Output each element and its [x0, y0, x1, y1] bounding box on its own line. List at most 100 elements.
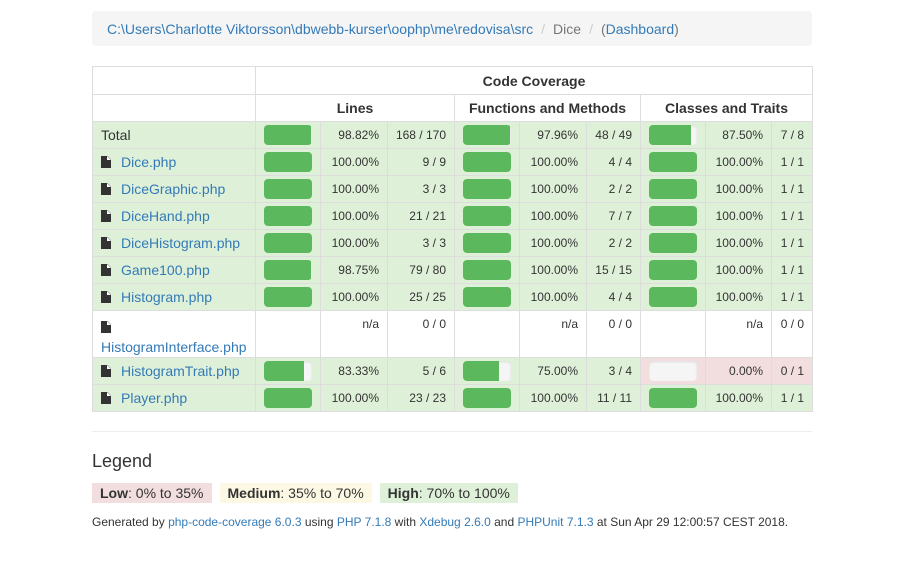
classes-header: Classes and Traits [639, 94, 814, 122]
coverage-progress-fill [463, 152, 511, 172]
file-name-cell: Player.php [92, 384, 256, 412]
file-link[interactable]: Game100.php [121, 262, 210, 278]
file-name-cell: DiceHistogram.php [92, 229, 256, 257]
cls-percent: 87.50% [705, 121, 772, 149]
fn-coverage-bar-cell [454, 384, 520, 412]
cls-coverage-bar-cell [640, 202, 706, 230]
cls-count: 1 / 1 [770, 202, 814, 230]
file-name-cell: DiceHand.php [92, 202, 256, 230]
file-link[interactable]: DiceHand.php [121, 208, 210, 224]
file-link[interactable]: HistogramInterface.php [101, 339, 247, 355]
coverage-progress-fill [264, 233, 312, 253]
file-link[interactable]: HistogramTrait.php [121, 363, 240, 379]
table-row: DiceGraphic.php 100.00% 3 / 3 100.00% 2 / 21… [92, 175, 814, 203]
cls-count: 0 / 0 [770, 310, 814, 358]
header-empty [92, 94, 256, 122]
fn-percent: n/a [519, 310, 587, 358]
cls-count: 1 / 1 [770, 229, 814, 257]
fn-count: 2 / 2 [586, 229, 641, 257]
cls-coverage-bar-cell [640, 229, 706, 257]
cls-percent: 100.00% [705, 384, 772, 412]
file-link[interactable]: Player.php [121, 390, 187, 406]
file-link[interactable]: Histogram.php [121, 289, 212, 305]
legend-high-range: : 70% to 100% [418, 485, 510, 501]
fn-count: 4 / 4 [586, 148, 641, 176]
coverage-table-body: Total 98.82% 168 / 170 97.96% 48 / 49 87.50% 7… [92, 121, 814, 412]
lines-percent: 100.00% [320, 384, 388, 412]
coverage-progress-fill [649, 260, 697, 280]
coverage-progress-bar [463, 361, 511, 381]
lines-coverage-bar-cell [255, 121, 321, 149]
coverage-progress-bar [649, 361, 697, 381]
file-link[interactable]: DiceHistogram.php [121, 235, 240, 251]
coverage-progress-bar [463, 287, 511, 307]
coverage-progress-bar [649, 287, 697, 307]
lines-coverage-bar-cell [255, 357, 321, 385]
cls-count: 1 / 1 [770, 384, 814, 412]
generated-using: using [301, 515, 337, 529]
table-row: DiceHand.php 100.00% 21 / 21 100.00% 7 / 7 10… [92, 202, 814, 230]
lines-count: 0 / 0 [387, 310, 455, 358]
php-link[interactable]: PHP 7.1.8 [337, 515, 391, 529]
lines-coverage-bar-cell [255, 175, 321, 203]
table-row: Player.php 100.00% 23 / 23 100.00% 11 / 11 10… [92, 384, 814, 412]
lines-percent: 100.00% [320, 175, 388, 203]
coverage-progress-fill [463, 287, 511, 307]
coverage-progress-fill [264, 206, 312, 226]
coverage-progress-fill [264, 287, 312, 307]
footer-divider [92, 431, 812, 432]
coverage-progress-bar [463, 206, 511, 226]
coverage-progress-bar [463, 260, 511, 280]
fn-coverage-bar-cell [454, 175, 520, 203]
generated-and: and [490, 515, 518, 529]
dashboard-link[interactable]: Dashboard [606, 21, 675, 37]
file-link[interactable]: Dice.php [121, 154, 176, 170]
phpunit-link[interactable]: PHPUnit 7.1.3 [517, 515, 593, 529]
php-code-coverage-link[interactable]: php-code-coverage 6.0.3 [168, 515, 301, 529]
coverage-progress-fill [264, 179, 312, 199]
file-icon [101, 291, 111, 303]
file-icon [101, 183, 111, 195]
lines-count: 23 / 23 [387, 384, 455, 412]
lines-coverage-bar-cell [255, 384, 321, 412]
file-icon [101, 321, 111, 333]
coverage-progress-fill [649, 152, 697, 172]
file-icon [101, 210, 111, 222]
lines-percent: n/a [320, 310, 388, 358]
fn-percent: 97.96% [519, 121, 587, 149]
coverage-progress-fill [463, 361, 499, 381]
legend-high-label: High [387, 485, 419, 501]
legend-low-label: Low [100, 485, 128, 501]
generated-suffix: at Sun Apr 29 12:00:57 CEST 2018. [593, 515, 789, 529]
coverage-progress-fill [463, 388, 511, 408]
coverage-progress-bar [463, 152, 511, 172]
breadcrumb-current: Dice [553, 20, 582, 37]
table-row: HistogramInterface.php n/a 0 / 0 n/a 0 / 0 n/… [92, 310, 814, 358]
coverage-table: Code Coverage Lines Functions and Method… [92, 66, 814, 412]
coverage-progress-fill [649, 287, 697, 307]
lines-coverage-bar-cell [255, 310, 321, 358]
file-name-cell: DiceGraphic.php [92, 175, 256, 203]
lines-coverage-bar-cell [255, 229, 321, 257]
fn-coverage-bar-cell [454, 121, 520, 149]
coverage-progress-bar [264, 179, 312, 199]
coverage-progress-bar [264, 125, 312, 145]
coverage-progress-fill [649, 233, 697, 253]
legend-medium-label: Medium [227, 485, 281, 501]
header-empty [92, 66, 256, 95]
file-link[interactable]: DiceGraphic.php [121, 181, 225, 197]
cls-coverage-bar-cell [640, 175, 706, 203]
lines-coverage-bar-cell [255, 148, 321, 176]
fn-count: 0 / 0 [586, 310, 641, 358]
cls-percent: 100.00% [705, 283, 772, 311]
coverage-progress-fill [649, 179, 697, 199]
lines-percent: 100.00% [320, 229, 388, 257]
breadcrumb: C:\Users\Charlotte Viktorsson\dbwebb-kur… [92, 11, 812, 46]
breadcrumb-path-link[interactable]: C:\Users\Charlotte Viktorsson\dbwebb-kur… [107, 21, 533, 37]
lines-count: 3 / 3 [387, 175, 455, 203]
fn-percent: 75.00% [519, 357, 587, 385]
xdebug-link[interactable]: Xdebug 2.6.0 [419, 515, 490, 529]
lines-count: 3 / 3 [387, 229, 455, 257]
fn-count: 11 / 11 [586, 384, 641, 412]
lines-count: 25 / 25 [387, 283, 455, 311]
